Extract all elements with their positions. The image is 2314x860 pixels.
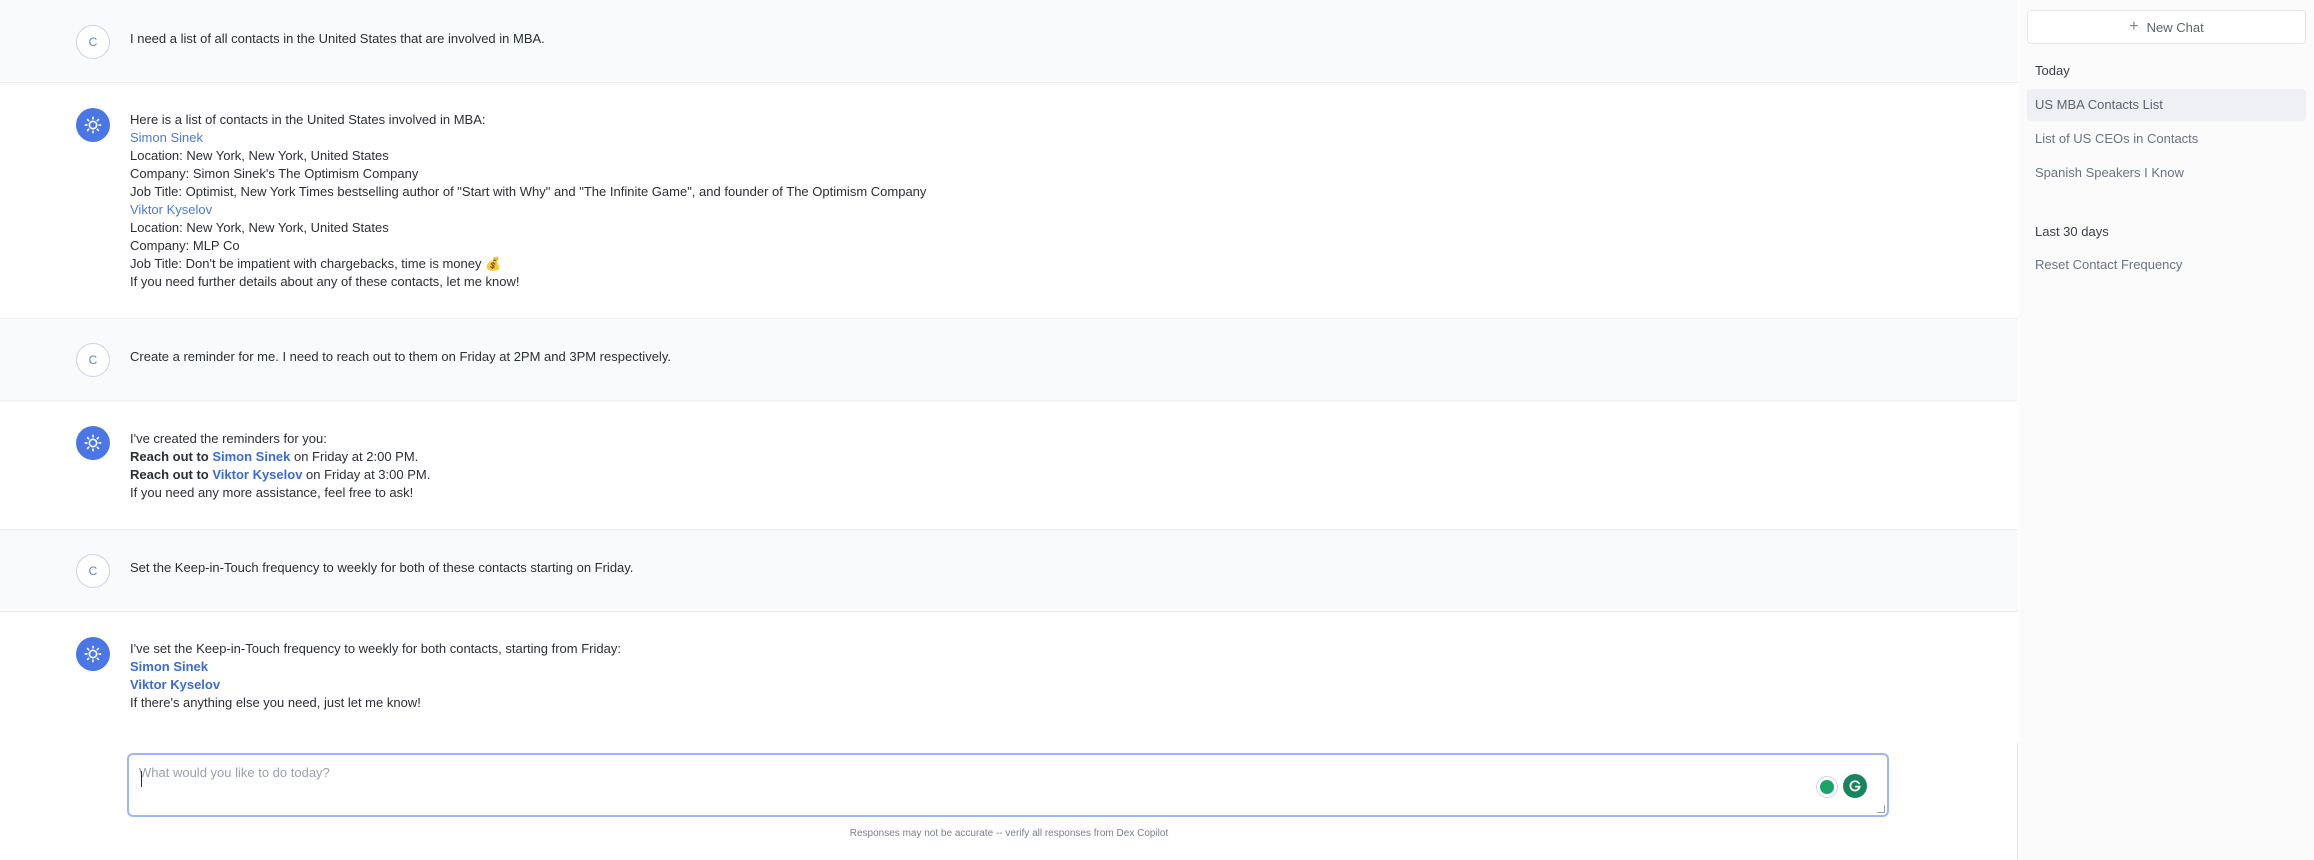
contact-link-viktor-kyselov[interactable]: Viktor Kyselov [212,467,302,482]
message-line: If there's anything else you need, just … [130,695,421,710]
message-line: Set the Keep-in-Touch frequency to weekl… [130,560,634,575]
assistant-message: I've created the reminders for you: Reac… [0,401,2018,530]
user-message: C Set the Keep-in-Touch frequency to wee… [0,530,2018,612]
history-item-reset-contact-frequency[interactable]: Reset Contact Frequency [2027,249,2306,281]
message-line: I've set the Keep-in-Touch frequency to … [130,641,621,656]
message-line: I need a list of all contacts in the Uni… [130,31,545,46]
history-item-us-mba-contacts[interactable]: US MBA Contacts List [2027,89,2306,121]
chat-panel: C I need a list of all contacts in the U… [0,0,2018,860]
message-input[interactable] [139,765,1779,805]
contact-link-simon-sinek[interactable]: Simon Sinek [130,129,1978,147]
user-avatar: C [76,25,110,59]
history-item-spanish-speakers[interactable]: Spanish Speakers I Know [2027,157,2306,189]
extension-badge-icon [1820,780,1834,794]
copilot-logo-icon [84,645,102,663]
assistant-message: I've set the Keep-in-Touch frequency to … [0,612,2018,742]
message-line: Location: New York, New York, United Sta… [130,220,389,235]
grammarly-g-icon [1849,780,1861,792]
user-message: C Create a reminder for me. I need to re… [0,319,2018,401]
copilot-logo-icon [84,116,102,134]
message-body: I've created the reminders for you: Reac… [130,430,1978,502]
message-line: Job Title: Optimist, New York Times best… [130,184,927,199]
reminder-prefix: Reach out to [130,467,213,482]
assistant-avatar [76,108,110,142]
reminder-prefix: Reach out to [130,449,213,464]
message-line: Job Title: Don't be impatient with charg… [130,256,502,271]
user-avatar: C [76,554,110,588]
message-composer [127,753,1889,817]
history-item-us-ceos[interactable]: List of US CEOs in Contacts [2027,123,2306,155]
message-body: I've set the Keep-in-Touch frequency to … [130,640,1978,712]
disclaimer-text: Responses may not be accurate -- verify … [849,828,1169,839]
user-message: C I need a list of all contacts in the U… [0,0,2018,83]
message-line: Location: New York, New York, United Sta… [130,148,389,163]
reminder-time: on Friday at 2:00 PM. [290,449,419,464]
plus-icon: + [2129,18,2139,35]
contact-link-viktor-kyselov[interactable]: Viktor Kyselov [130,676,1978,694]
new-chat-button[interactable]: + New Chat [2027,10,2306,44]
copilot-logo-icon [84,434,102,452]
resize-handle[interactable] [1877,805,1885,813]
new-chat-label: New Chat [2146,19,2204,35]
message-line: I've created the reminders for you: [130,431,327,446]
message-line: Company: MLP Co [130,238,240,253]
reminder-line: Reach out to Simon Sinek on Friday at 2:… [130,448,1978,466]
message-line: Here is a list of contacts in the United… [130,112,486,127]
section-heading-today: Today [2035,63,2070,78]
reminder-time: on Friday at 3:00 PM. [302,467,431,482]
message-body: Create a reminder for me. I need to reac… [130,348,1978,366]
assistant-avatar [76,426,110,460]
contact-link-simon-sinek[interactable]: Simon Sinek [130,658,1978,676]
contact-link-simon-sinek[interactable]: Simon Sinek [212,449,290,464]
extension-icon[interactable] [1816,776,1838,798]
app-window: C I need a list of all contacts in the U… [0,0,2314,860]
reminder-line: Reach out to Viktor Kyselov on Friday at… [130,466,1978,484]
section-heading-last-30-days: Last 30 days [2035,224,2109,239]
message-body: Set the Keep-in-Touch frequency to weekl… [130,559,1978,577]
message-body: I need a list of all contacts in the Uni… [130,30,1978,48]
user-avatar: C [76,343,110,377]
grammarly-icon[interactable] [1843,774,1867,798]
message-line: Company: Simon Sinek's The Optimism Comp… [130,166,419,181]
message-body: Here is a list of contacts in the United… [130,111,1978,291]
chat-history-sidebar: + New Chat Today US MBA Contacts List Li… [2019,0,2314,860]
message-line: If you need any more assistance, feel fr… [130,485,414,500]
assistant-avatar [76,637,110,671]
contact-link-viktor-kyselov[interactable]: Viktor Kyselov [130,201,1978,219]
text-caret [141,771,142,787]
message-line: Create a reminder for me. I need to reac… [130,349,671,364]
message-line: If you need further details about any of… [130,274,520,289]
assistant-message: Here is a list of contacts in the United… [0,83,2018,319]
